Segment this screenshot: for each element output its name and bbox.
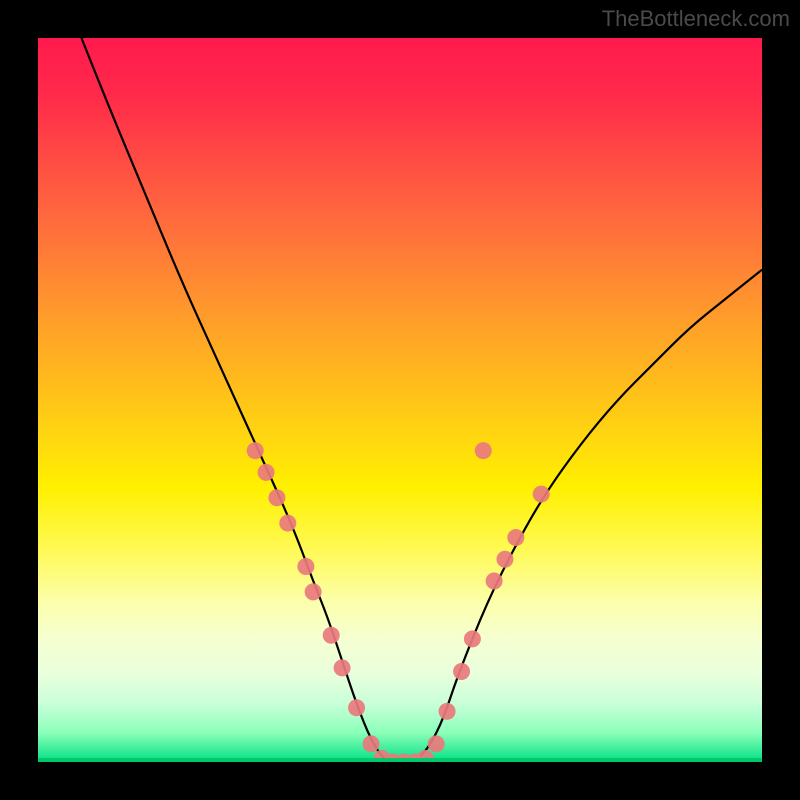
data-marker [453,663,470,680]
curve-group [81,38,762,762]
data-marker [363,735,380,752]
data-marker [428,735,445,752]
data-marker [348,699,365,716]
data-marker [533,486,550,503]
bottleneck-curve [81,38,762,762]
data-marker [258,464,275,481]
watermark-text: TheBottleneck.com [602,6,790,32]
data-marker [305,583,322,600]
data-marker [507,529,524,546]
data-marker [247,442,264,459]
data-marker [334,659,351,676]
data-marker [486,573,503,590]
markers-group [247,442,550,762]
data-marker [268,489,285,506]
data-marker [279,515,296,532]
data-marker [475,442,492,459]
data-marker [464,630,481,647]
baseline-strip [38,758,762,762]
chart-svg [38,38,762,762]
data-marker [439,703,456,720]
data-marker [496,551,513,568]
chart-plot-area [38,38,762,762]
data-marker [323,627,340,644]
data-marker [297,558,314,575]
